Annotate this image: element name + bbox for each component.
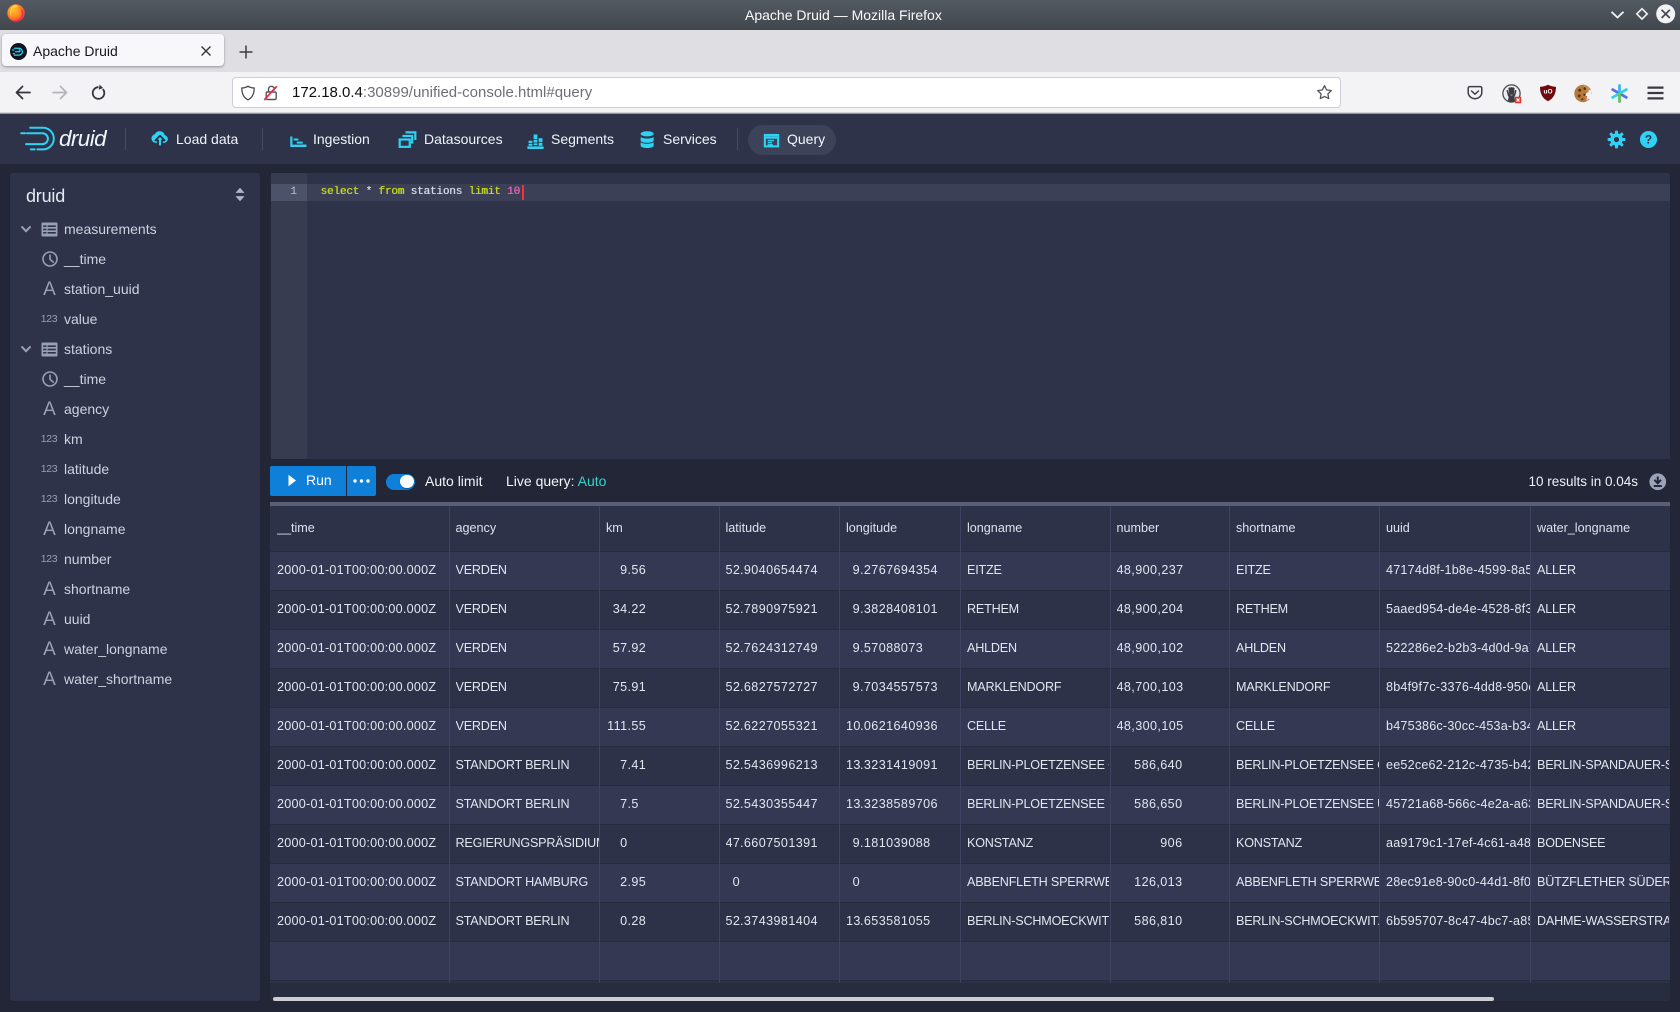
svg-text:?: ? — [1645, 133, 1652, 147]
svg-text:uO: uO — [1543, 88, 1552, 95]
